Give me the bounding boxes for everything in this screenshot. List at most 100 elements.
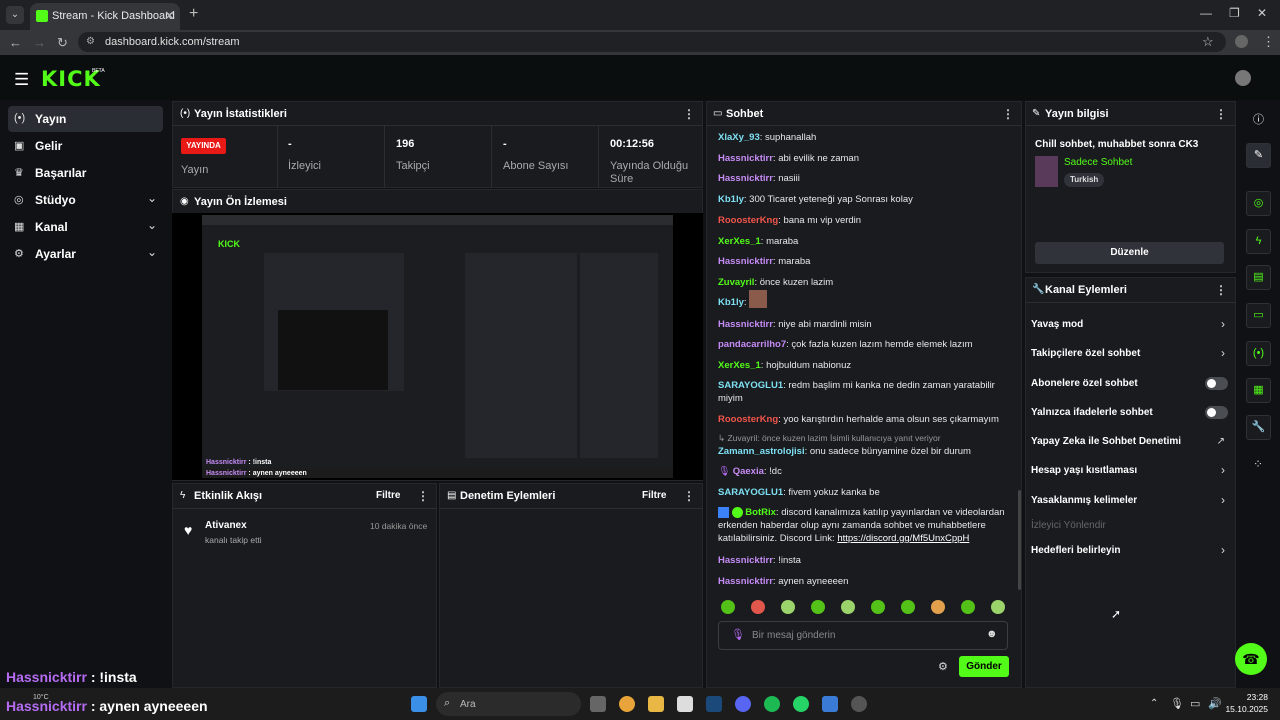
microphone-tray-icon[interactable]: 🎙 [1170,697,1184,710]
chat-username[interactable]: XerXes_1 [718,236,761,247]
activity-filter-button[interactable]: Filtre [376,490,400,501]
network-icon[interactable]: ▭ [1190,697,1200,710]
chat-username[interactable]: XlaXy_93 [718,132,760,143]
chrome-icon[interactable] [619,696,635,712]
clock-date[interactable]: 15.10.2025 [1224,704,1268,714]
moderation-filter-button[interactable]: Filtre [642,490,666,501]
task-view-icon[interactable] [590,696,606,712]
moderation-menu-icon[interactable]: ⋮ [683,489,695,503]
clock-time[interactable]: 23:28 [1240,692,1268,702]
chat-username[interactable]: Hassnicktirr [718,153,773,164]
sidebar-item-basarilar[interactable]: ♛ Başarılar [8,160,163,186]
file-explorer-icon[interactable] [648,696,664,712]
emote-icon[interactable] [991,600,1005,614]
store-icon[interactable] [677,696,693,712]
emote-icon[interactable] [781,600,795,614]
chat-username[interactable]: pandacarrilho7 [718,339,786,350]
minimize-icon[interactable]: — [1200,6,1212,20]
chat-scrollbar[interactable] [1018,490,1021,590]
info-icon[interactable]: ⓘ [1253,111,1264,127]
emote-icon[interactable] [751,600,765,614]
sidebar-item-ayarlar[interactable]: ⚙ Ayarlar ⌄ [8,241,163,267]
discord-icon[interactable] [735,696,751,712]
chat-username[interactable]: BotRix [745,507,776,518]
chat-settings-icon[interactable]: ⚙ [938,660,948,673]
chat-username[interactable]: Hassnicktirr [718,576,773,587]
action-slow-mode[interactable]: Yavaş mod › [1031,317,1229,333]
emote-icon[interactable] [721,600,735,614]
windows-start-icon[interactable] [411,696,427,712]
browser-menu-icon[interactable]: ⋮ [1262,34,1275,50]
chat-username[interactable]: RooosterKng [718,414,778,425]
chat-menu-icon[interactable]: ⋮ [1002,107,1014,121]
activity-menu-icon[interactable]: ⋮ [417,489,429,503]
volume-icon[interactable]: 🔊 [1208,697,1222,710]
close-window-icon[interactable]: ✕ [1257,6,1267,20]
back-icon[interactable]: ← [9,35,22,50]
send-button[interactable]: Gönder [959,656,1009,677]
chat-username[interactable]: XerXes_1 [718,360,761,371]
layout-rail-button[interactable]: ▦ [1246,378,1271,403]
chat-username[interactable]: Kb1ly [718,297,744,308]
stats-menu-icon[interactable]: ⋮ [683,107,695,121]
hamburger-menu-icon[interactable]: ☰ [14,70,29,90]
emote-icon[interactable] [961,600,975,614]
app-icon[interactable] [822,696,838,712]
action-set-goals[interactable]: Hedefleri belirleyin › [1031,543,1229,559]
chat-username[interactable]: RooosterKng [718,215,778,226]
action-account-age[interactable]: Hesap yaşı kısıtlaması › [1031,463,1229,479]
moderation-rail-button[interactable]: ▤ [1246,265,1271,290]
action-ai-moderation[interactable]: Yapay Zeka ile Sohbet Denetimi ↗ [1031,434,1229,450]
new-tab-icon[interactable]: + [189,5,198,23]
discord-link[interactable]: https://discord.gg/Mf5UnxCppH [837,533,969,544]
sidebar-item-yayin[interactable]: (•) Yayın [8,106,163,132]
sidebar-item-kanal[interactable]: ▦ Kanal ⌄ [8,214,163,240]
chat-username[interactable]: Zuvayril [718,277,754,288]
emote-icon[interactable] [931,600,945,614]
chat-username[interactable]: Hassnicktirr [718,173,773,184]
taskbar-search[interactable] [436,692,581,716]
sidebar-item-gelir[interactable]: ▣ Gelir [8,133,163,159]
chat-username[interactable]: Zamann_astrolojisi [718,446,805,457]
emote-icon[interactable] [901,600,915,614]
emote-icon[interactable] [871,600,885,614]
emote-icon[interactable] [811,600,825,614]
bookmark-star-icon[interactable]: ☆ [1202,34,1214,50]
site-info-icon[interactable]: ⚙ [86,36,95,47]
user-avatar[interactable] [1235,70,1251,86]
close-tab-icon[interactable]: ✕ [164,8,175,24]
edit-button[interactable]: Düzenle [1035,242,1224,264]
maximize-icon[interactable]: ❐ [1229,6,1240,20]
url-field[interactable] [78,32,1226,52]
whatsapp-icon[interactable] [793,696,809,712]
emotes-only-toggle[interactable] [1205,406,1228,419]
reload-icon[interactable]: ↻ [57,35,68,51]
microphone-icon[interactable]: 🎙 [731,628,745,641]
chat-username[interactable]: Kb1ly [718,194,744,205]
chevron-up-icon[interactable]: ⌃ [1150,698,1158,709]
chat-username[interactable]: Hassnicktirr [718,555,773,566]
chat-username[interactable]: SARAYOGLU1 [718,487,783,498]
sidebar-item-studyo[interactable]: ◎ Stüdyo ⌄ [8,187,163,213]
chat-username[interactable]: Hassnicktirr [718,256,773,267]
steam-icon[interactable] [706,696,722,712]
studio-rail-button[interactable]: ◎ [1246,191,1271,216]
stream-info-menu-icon[interactable]: ⋮ [1215,107,1227,121]
support-chat-button[interactable]: ☎ [1235,643,1267,675]
chat-username[interactable]: Qaexia [733,466,764,477]
profile-icon[interactable] [1235,35,1248,48]
channel-actions-menu-icon[interactable]: ⋮ [1215,283,1227,297]
forward-icon[interactable]: → [33,35,46,50]
browser-tab[interactable]: Stream - Kick Dashboard ✕ [30,3,180,30]
action-banned-words[interactable]: Yasaklanmış kelimeler › [1031,493,1229,509]
category-name[interactable]: Sadece Sohbet [1064,157,1132,168]
chat-username[interactable]: Hassnicktirr [718,319,773,330]
broadcast-rail-button[interactable]: (•) [1246,341,1271,366]
edit-rail-button[interactable]: ✎ [1246,143,1271,168]
apps-icon[interactable]: ⁘ [1253,457,1263,471]
tab-list-button[interactable]: ⌄ [6,6,24,24]
action-followers-only[interactable]: Takipçilere özel sohbet › [1031,346,1229,362]
chat-username[interactable]: SARAYOGLU1 [718,380,783,391]
emoji-icon[interactable]: ☻ [986,628,998,640]
activity-rail-button[interactable]: ϟ [1246,229,1271,254]
